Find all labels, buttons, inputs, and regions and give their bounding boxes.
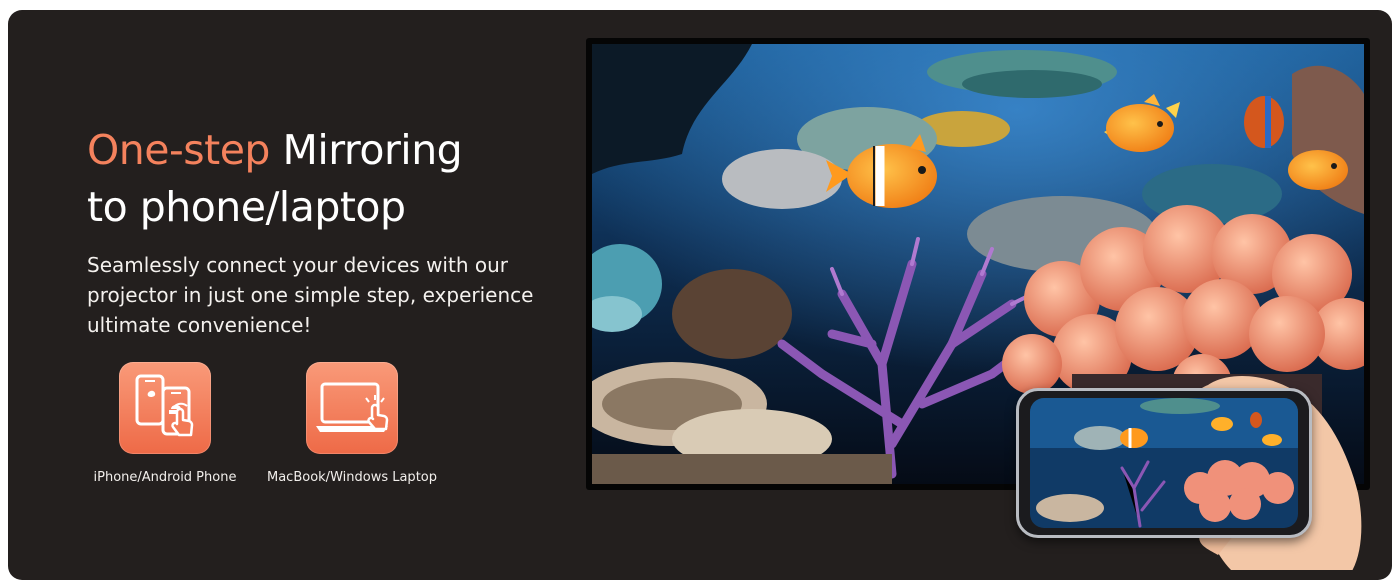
heading-accent: One-step (87, 126, 270, 174)
feature-description: Seamlessly connect your devices with our… (87, 253, 534, 337)
phone-mirroring-icon (119, 362, 211, 454)
laptop-mirroring-icon (306, 362, 398, 454)
device-laptop: MacBook/Windows Laptop (264, 362, 440, 485)
handheld-phone-image (1016, 388, 1314, 538)
phone-screen-mirror (1030, 398, 1298, 528)
device-phone-label: iPhone/Android Phone (93, 470, 237, 485)
heading-line2: to phone/laptop (87, 183, 406, 231)
device-phone: iPhone/Android Phone (86, 362, 244, 485)
heading-line1-rest: Mirroring (269, 126, 463, 174)
device-laptop-label: MacBook/Windows Laptop (267, 470, 437, 485)
feature-banner: One-step Mirroring to phone/laptop Seamle… (8, 10, 1392, 580)
feature-heading: One-step Mirroring to phone/laptop (87, 122, 547, 236)
